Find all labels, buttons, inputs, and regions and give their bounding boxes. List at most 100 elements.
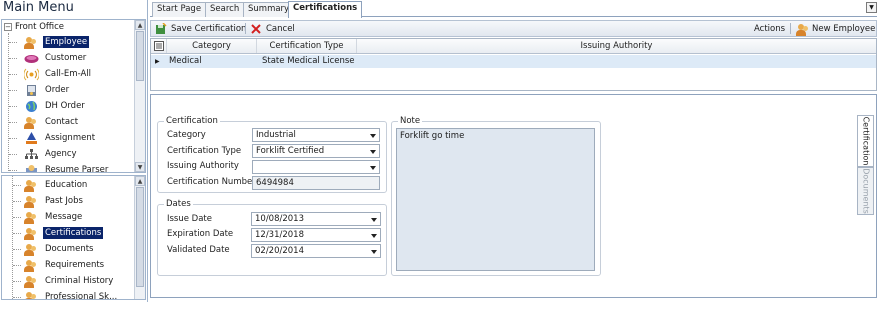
tree-item-resume-parser[interactable]: Resume Parser (24, 162, 110, 173)
people-icon (24, 36, 39, 49)
column-header-certification-type[interactable]: Certification Type (257, 39, 357, 53)
column-header-category[interactable]: Category (167, 39, 257, 53)
tree-item-label: DH Order (45, 101, 85, 111)
tree-item-label: Customer (45, 53, 87, 63)
tree-item-professional-skills[interactable]: Professional Sk... (24, 289, 119, 300)
cancel-icon (250, 23, 262, 35)
tree-item-label: Past Jobs (45, 196, 83, 206)
expiration-date-label: Expiration Date (167, 229, 234, 239)
tree-item-employee[interactable]: Employee (24, 34, 90, 50)
certification-group-title: Certification (164, 116, 220, 126)
chevron-down-icon (370, 150, 376, 154)
tab-search[interactable]: Search (205, 2, 245, 17)
tree-root-front-office[interactable]: − Front Office (4, 21, 64, 33)
cancel-button[interactable]: Cancel (250, 21, 295, 36)
toolbar: Save Certification Cancel Actions New Em… (150, 20, 877, 37)
people-icon (24, 243, 39, 256)
tree-item-dh-order[interactable]: DH Order (24, 98, 87, 114)
note-textarea[interactable]: Forklift go time (396, 128, 595, 271)
expiration-date-picker[interactable]: 12/31/2018 (251, 228, 381, 242)
assignment-icon (24, 131, 39, 145)
tab-certifications[interactable]: Certifications (288, 1, 363, 18)
tab-strip: Start Page Search Summary Certifications… (150, 0, 877, 18)
certification-detail-panel: Certification Category Industrial Certif… (150, 94, 877, 298)
issuing-authority-select[interactable] (252, 160, 380, 174)
tree-bottom-scrollbar[interactable]: ▲ (134, 176, 145, 299)
tree-item-label: Call-Em-All (45, 69, 92, 79)
tree-item-contact[interactable]: Contact (24, 114, 80, 130)
tree-item-customer[interactable]: Customer (24, 50, 88, 66)
side-tab-certification-label: Certification (861, 116, 870, 166)
people-icon (24, 275, 39, 288)
tree-item-past-jobs[interactable]: Past Jobs (24, 193, 85, 209)
dates-group-title: Dates (164, 199, 193, 209)
issue-date-picker[interactable]: 10/08/2013 (251, 212, 381, 226)
actions-button[interactable]: Actions (754, 21, 785, 36)
tree-item-certifications[interactable]: Certifications (24, 225, 104, 241)
save-certification-button[interactable]: Save Certification (155, 21, 246, 36)
validated-date-picker[interactable]: 02/20/2014 (251, 244, 381, 258)
tree-item-documents[interactable]: Documents (24, 241, 95, 257)
tree-item-criminal-history[interactable]: Criminal History (24, 273, 115, 289)
tree-item-assignment[interactable]: Assignment (24, 130, 97, 146)
chevron-down-icon (371, 234, 377, 238)
tree-item-label: Contact (45, 117, 79, 127)
side-tab-documents[interactable]: Documents (857, 167, 874, 215)
actions-label: Actions (754, 23, 786, 34)
tree-item-message[interactable]: Message (24, 209, 84, 225)
note-group-title: Note (398, 116, 423, 126)
tree-item-label: Assignment (45, 133, 96, 143)
tree-item-call-em-all[interactable]: Call-Em-All (23, 66, 93, 82)
cell-certification-type: State Medical License (262, 56, 355, 66)
main-content: Start Page Search Summary Certifications… (150, 0, 877, 298)
collapse-icon[interactable]: − (4, 23, 12, 31)
expiration-date-value: 12/31/2018 (255, 230, 304, 240)
chevron-down-icon (370, 134, 376, 138)
row-indicator-icon: ▶ (155, 58, 160, 65)
agency-icon (24, 148, 39, 161)
employee-sections-tree: Education Past Jobs Message Certificatio… (1, 175, 146, 300)
grid-options-icon[interactable] (151, 39, 167, 53)
category-value: Industrial (256, 130, 296, 140)
tree-item-label: Order (45, 85, 70, 95)
new-employee-icon (796, 23, 808, 36)
tree-item-label: Message (45, 212, 83, 222)
tree-item-agency[interactable]: Agency (24, 146, 79, 162)
tree-item-education[interactable]: Education (24, 177, 89, 193)
scroll-up-icon[interactable]: ▲ (135, 20, 145, 30)
certifications-grid: Category Certification Type Issuing Auth… (150, 38, 877, 91)
tree-item-label: Professional Sk... (45, 292, 118, 300)
chevron-down-icon (371, 218, 377, 222)
certification-number-value: 6494984 (256, 178, 294, 188)
column-header-issuing-authority[interactable]: Issuing Authority (357, 39, 876, 53)
new-employee-button[interactable]: New Employee (796, 21, 875, 36)
new-employee-label: New Employee (812, 23, 876, 34)
tab-start-page[interactable]: Start Page (152, 2, 207, 17)
side-tab-documents-label: Documents (861, 168, 870, 214)
side-tab-certification[interactable]: Certification (857, 115, 874, 167)
tree-item-requirements[interactable]: Requirements (24, 257, 106, 273)
scroll-thumb[interactable] (136, 31, 144, 81)
scroll-up-icon[interactable]: ▲ (135, 176, 145, 186)
tree-item-label: Agency (45, 149, 77, 159)
tree-item-order[interactable]: Order (24, 82, 71, 98)
main-menu-panel: Main Menu − Front Office Employee Custom… (0, 0, 148, 302)
tree-top-scrollbar[interactable]: ▲ ▼ (134, 20, 145, 172)
cell-category: Medical (169, 56, 202, 66)
scroll-down-icon[interactable]: ▼ (135, 162, 145, 172)
tab-list-dropdown-icon[interactable]: ▼ (866, 2, 877, 13)
tab-summary[interactable]: Summary (243, 2, 295, 17)
main-menu-title: Main Menu (3, 0, 74, 15)
issue-date-value: 10/08/2013 (255, 214, 304, 224)
certification-type-select[interactable]: Forklift Certified (252, 144, 380, 158)
certification-number-field[interactable]: 6494984 (252, 176, 380, 190)
people-icon (24, 179, 39, 192)
scroll-thumb[interactable] (136, 187, 144, 287)
tree-item-label: Resume Parser (45, 165, 109, 173)
front-office-tree: − Front Office Employee Customer Call-Em… (1, 19, 146, 173)
table-row[interactable]: ▶ Medical State Medical License (151, 55, 876, 68)
category-select[interactable]: Industrial (252, 128, 380, 142)
validated-date-value: 02/20/2014 (255, 246, 304, 256)
issuing-authority-label: Issuing Authority (167, 161, 239, 171)
tree-item-label: Requirements (45, 260, 105, 270)
